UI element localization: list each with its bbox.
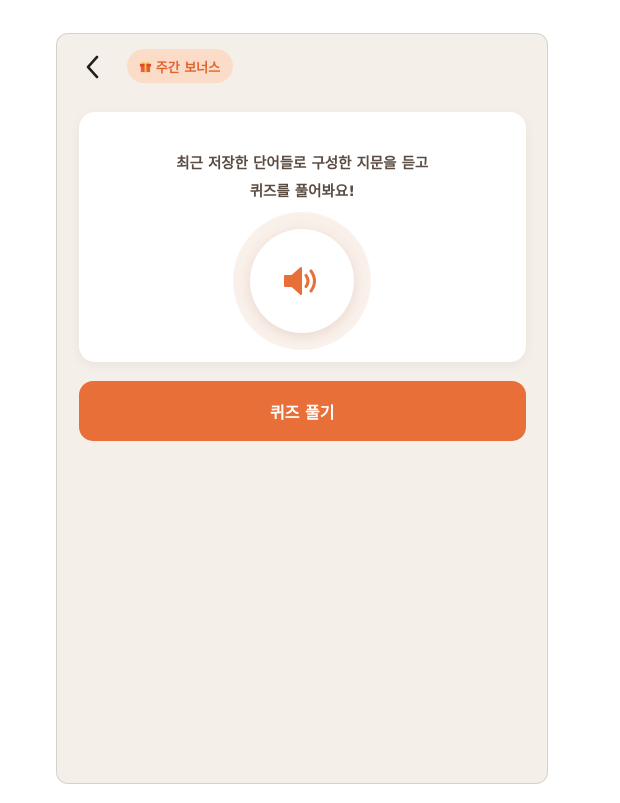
listening-card: 최근 저장한 단어들로 구성한 지문을 듣고 퀴즈를 풀어봐요! [79,112,526,362]
start-quiz-button[interactable]: 퀴즈 풀기 [79,381,526,441]
play-audio-button[interactable] [250,229,354,333]
speaker-icon [284,267,316,295]
app-frame: 주간 보너스 최근 저장한 단어들로 구성한 지문을 듣고 퀴즈를 풀어봐요! … [56,33,548,784]
description-line-2: 퀴즈를 풀어봐요! [249,184,356,200]
weekly-bonus-label: 주간 보너스 [156,60,221,76]
chevron-left-icon [86,55,99,79]
back-button[interactable] [79,50,107,84]
weekly-bonus-badge[interactable]: 주간 보너스 [127,49,234,83]
card-description: 최근 저장한 단어들로 구성한 지문을 듣고 퀴즈를 풀어봐요! [79,150,526,206]
description-line-1: 최근 저장한 단어들로 구성한 지문을 듣고 [176,156,429,172]
start-quiz-label: 퀴즈 풀기 [270,403,335,422]
gift-icon [139,61,152,72]
